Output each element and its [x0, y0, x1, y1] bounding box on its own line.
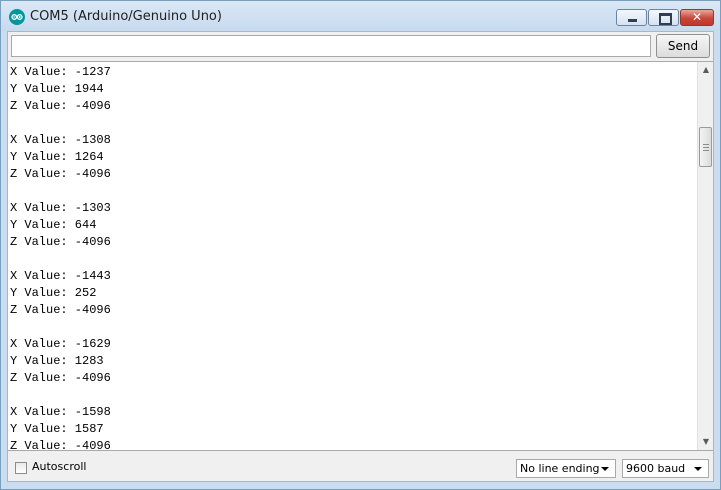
scroll-down-arrow-icon[interactable]: ▼: [698, 434, 713, 450]
bottom-toolbar: Autoscroll No line ending 9600 baud: [8, 451, 713, 481]
maximize-icon: [659, 13, 672, 25]
serial-output-line: Y Value: 1264: [10, 150, 104, 164]
scroll-up-arrow-icon[interactable]: ▲: [698, 62, 713, 78]
dropdown-caret-icon: [694, 467, 702, 471]
autoscroll-checkbox[interactable]: [15, 462, 27, 474]
serial-output-line: X Value: -1308: [10, 133, 111, 147]
line-ending-value: No line ending: [520, 462, 600, 475]
line-ending-select[interactable]: No line ending: [516, 459, 616, 478]
scroll-thumb[interactable]: [699, 127, 712, 167]
thumb-grip-line: [703, 150, 709, 151]
serial-output-line: X Value: -1598: [10, 405, 111, 419]
maximize-button[interactable]: [648, 9, 679, 26]
serial-input-field[interactable]: [11, 35, 651, 57]
serial-output-line: Z Value: -4096: [10, 235, 111, 249]
arduino-logo-icon: [9, 9, 25, 25]
dropdown-caret-icon: [601, 467, 609, 471]
serial-output-line: Y Value: 644: [10, 218, 97, 232]
serial-output-line: Y Value: 1587: [10, 422, 104, 436]
autoscroll-label: Autoscroll: [32, 460, 87, 473]
thumb-grip-line: [703, 144, 709, 145]
serial-output-line: Z Value: -4096: [10, 439, 111, 451]
serial-output-line: X Value: -1237: [10, 65, 111, 79]
close-button[interactable]: ✕: [680, 9, 714, 26]
serial-monitor-window: COM5 (Arduino/Genuino Uno) ✕ Send X Valu…: [0, 0, 721, 490]
serial-monitor-client: Send X Value: -1237 Y Value: 1944 Z Value:…: [7, 31, 714, 482]
title-bar[interactable]: COM5 (Arduino/Genuino Uno) ✕: [1, 1, 720, 31]
serial-output-area[interactable]: X Value: -1237 Y Value: 1944 Z Value: -409…: [8, 61, 713, 451]
minimize-button[interactable]: [616, 9, 647, 26]
serial-output-line: Z Value: -4096: [10, 167, 111, 181]
serial-output-line: Y Value: 1283: [10, 354, 104, 368]
serial-output-line: Z Value: -4096: [10, 303, 111, 317]
close-icon: ✕: [691, 10, 703, 24]
thumb-grip-line: [703, 147, 709, 148]
serial-output-line: Y Value: 252: [10, 286, 97, 300]
baud-rate-select[interactable]: 9600 baud: [622, 459, 709, 478]
window-title: COM5 (Arduino/Genuino Uno): [30, 9, 222, 24]
serial-output-line: X Value: -1629: [10, 337, 111, 351]
minimize-icon: [628, 19, 637, 22]
vertical-scrollbar[interactable]: ▲ ▼: [697, 62, 713, 450]
serial-output-line: Z Value: -4096: [10, 99, 111, 113]
send-button[interactable]: Send: [656, 34, 710, 58]
serial-output-line: Z Value: -4096: [10, 371, 111, 385]
serial-output-line: X Value: -1443: [10, 269, 111, 283]
serial-output-line: X Value: -1303: [10, 201, 111, 215]
serial-output-lines: X Value: -1237 Y Value: 1944 Z Value: -409…: [10, 64, 111, 451]
baud-rate-value: 9600 baud: [626, 462, 686, 475]
serial-output-line: Y Value: 1944: [10, 82, 104, 96]
